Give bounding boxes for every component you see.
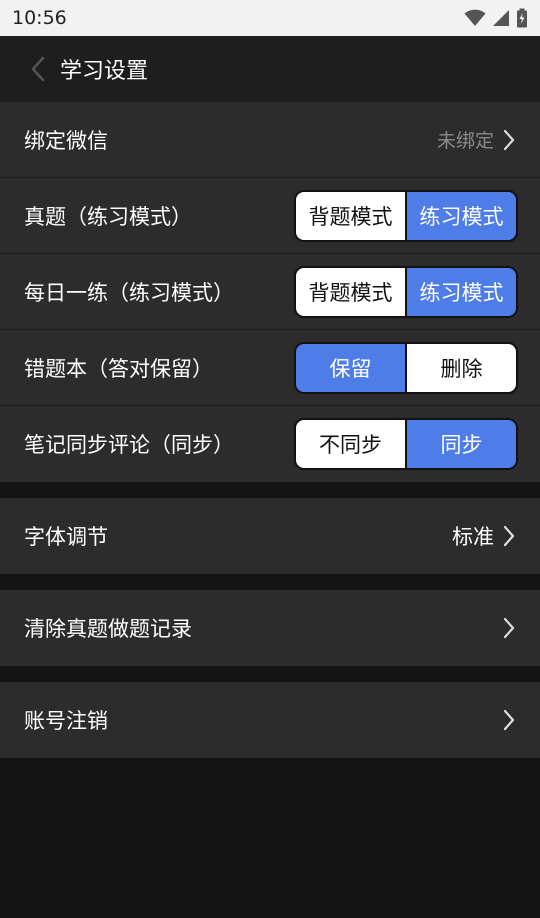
mode-toggle: 背题模式 练习模式 <box>294 189 518 242</box>
setting-row-zhenti: 真题（练习模式） 背题模式 练习模式 <box>0 178 540 254</box>
sync-toggle: 不同步 同步 <box>294 418 518 470</box>
app-header: 学习设置 <box>0 36 540 102</box>
mode-toggle: 背题模式 练习模式 <box>294 265 518 318</box>
back-button[interactable] <box>0 36 60 102</box>
wifi-icon <box>464 9 486 26</box>
toggle-option-practice[interactable]: 练习模式 <box>405 267 516 316</box>
setting-label: 笔记同步评论（同步） <box>24 433 234 457</box>
toggle-option-recite[interactable]: 背题模式 <box>296 191 405 240</box>
wechat-row[interactable]: 绑定微信 未绑定 <box>0 102 540 178</box>
account-cancel-row[interactable]: 账号注销 <box>0 682 540 758</box>
setting-label: 每日一练（练习模式） <box>24 280 234 305</box>
toggle-option-delete[interactable]: 删除 <box>405 343 516 392</box>
settings-section-main: 绑定微信 未绑定 真题（练习模式） 背题模式 练习模式 每日一练（练习模式） 背… <box>0 102 540 482</box>
clear-records-label: 清除真题做题记录 <box>24 617 192 641</box>
status-icons <box>464 8 528 28</box>
wechat-right: 未绑定 <box>437 126 516 153</box>
chevron-right-icon <box>503 129 515 150</box>
section-divider <box>0 666 540 682</box>
page-title: 学习设置 <box>60 59 149 84</box>
setting-row-wrongbook: 错题本（答对保留） 保留 删除 <box>0 330 540 406</box>
font-size-right: 标准 <box>452 521 516 551</box>
wechat-status: 未绑定 <box>436 130 494 152</box>
settings-section-font: 字体调节 标准 <box>0 498 540 574</box>
setting-label: 真题（练习模式） <box>24 204 192 229</box>
chevron-right-icon <box>503 709 515 731</box>
toggle-option-keep[interactable]: 保留 <box>296 343 405 392</box>
toggle-option-no-sync[interactable]: 不同步 <box>296 420 405 468</box>
toggle-option-sync[interactable]: 同步 <box>405 420 516 468</box>
font-size-value: 标准 <box>452 525 494 549</box>
chevron-right-icon <box>503 525 515 547</box>
setting-label: 错题本（答对保留） <box>24 356 213 381</box>
setting-row-notes: 笔记同步评论（同步） 不同步 同步 <box>0 406 540 482</box>
retain-toggle: 保留 删除 <box>294 341 518 394</box>
chevron-right-icon <box>503 617 515 639</box>
section-divider <box>0 574 540 590</box>
status-time: 10:56 <box>12 7 67 29</box>
font-size-row[interactable]: 字体调节 标准 <box>0 498 540 574</box>
settings-section-clear: 清除真题做题记录 <box>0 590 540 666</box>
section-divider <box>0 482 540 498</box>
font-size-label: 字体调节 <box>24 525 108 549</box>
signal-icon <box>493 10 509 26</box>
settings-section-account: 账号注销 <box>0 682 540 758</box>
account-cancel-label: 账号注销 <box>24 709 108 733</box>
toggle-option-recite[interactable]: 背题模式 <box>296 267 405 316</box>
back-chevron-icon <box>31 56 45 82</box>
setting-row-daily: 每日一练（练习模式） 背题模式 练习模式 <box>0 254 540 330</box>
status-bar: 10:56 <box>0 0 540 36</box>
battery-icon <box>517 8 527 28</box>
wechat-label: 绑定微信 <box>24 128 108 153</box>
clear-records-row[interactable]: 清除真题做题记录 <box>0 590 540 666</box>
toggle-option-practice[interactable]: 练习模式 <box>405 191 516 240</box>
